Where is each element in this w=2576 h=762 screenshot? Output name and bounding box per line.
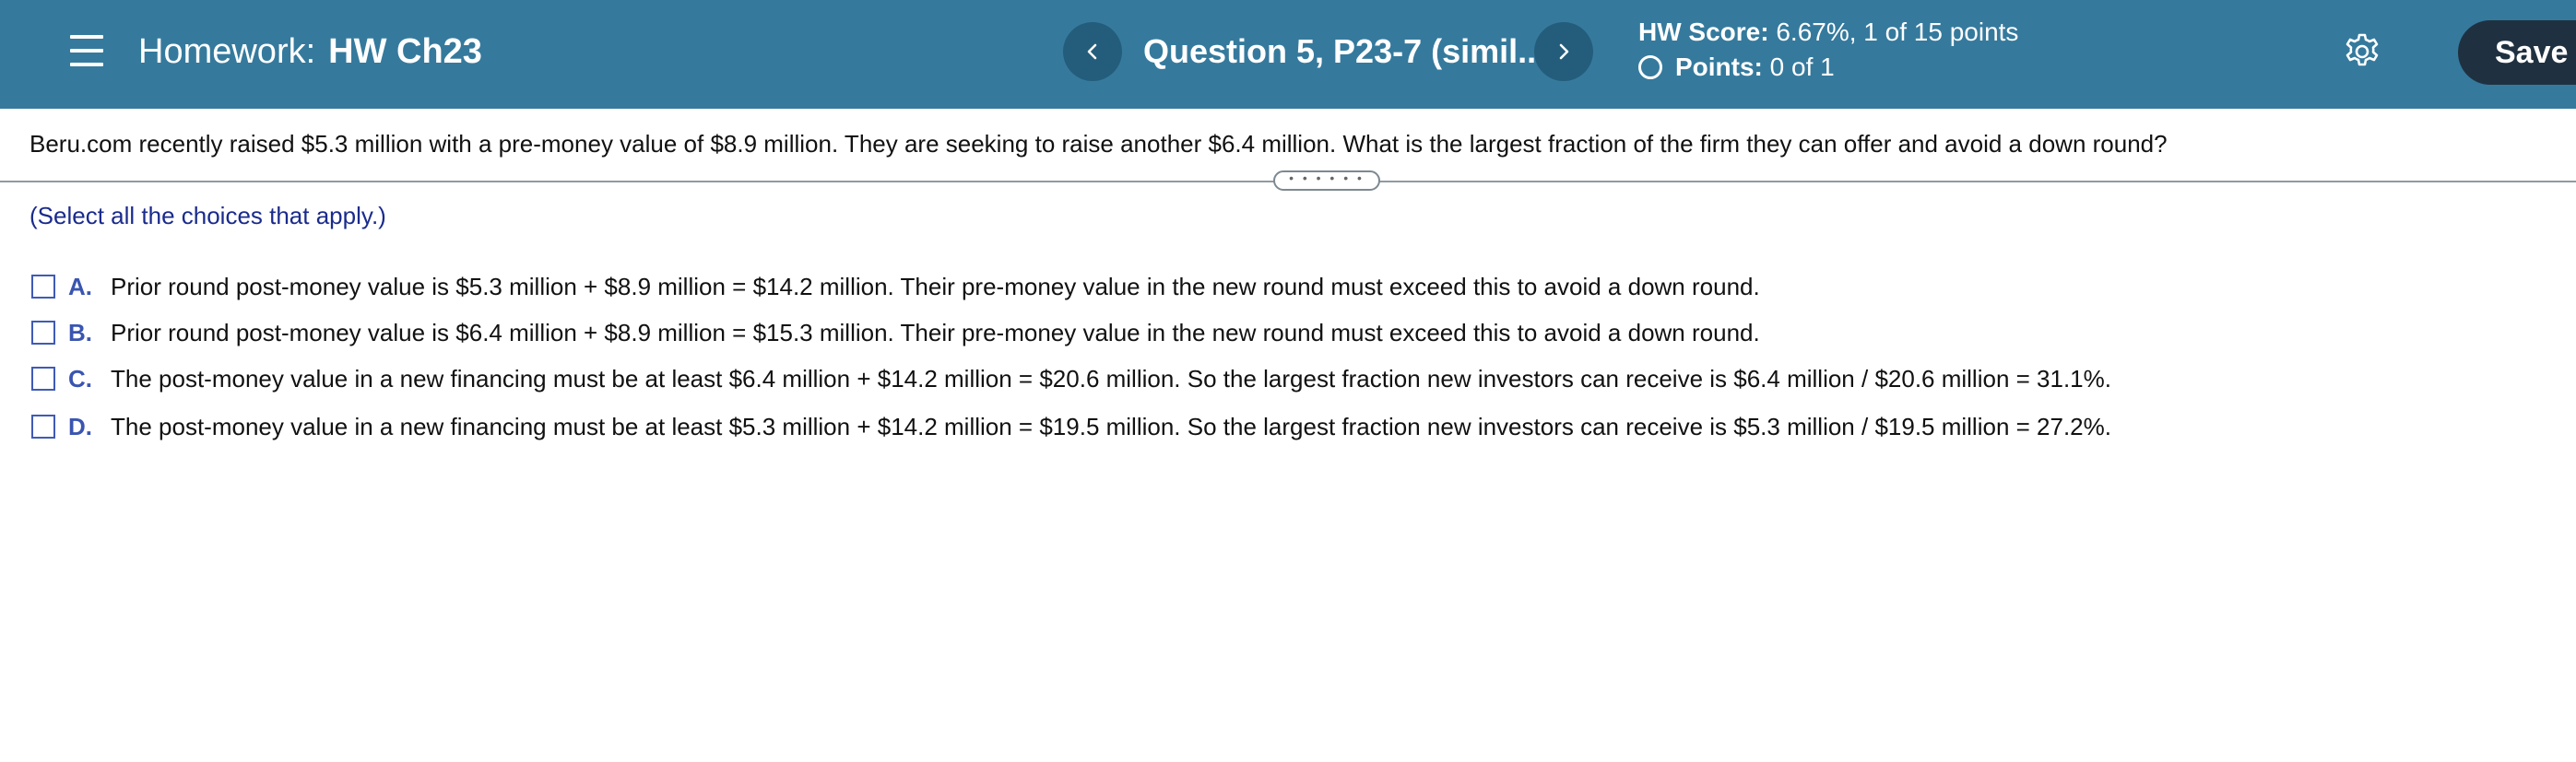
save-button[interactable]: Save [2458, 20, 2576, 85]
points-line: Points: 0 of 1 [1638, 50, 2018, 85]
choice-letter: B. [68, 318, 92, 346]
gear-icon[interactable] [2342, 31, 2382, 72]
points-label: Points: [1675, 53, 1763, 81]
drag-dots-icon: • • • • • • [1289, 170, 1365, 185]
choice-text: Prior round post-money value is $6.4 mil… [111, 318, 1760, 346]
choice-text: The post-money value in a new financing … [111, 364, 2111, 393]
empty-circle-icon [1638, 55, 1662, 79]
score-summary: HW Score: 6.67%, 1 of 15 points Points: … [1638, 15, 2018, 85]
hw-score-value: 6.67%, 1 of 15 points [1776, 18, 2019, 46]
hw-score-label: HW Score: [1638, 18, 1769, 46]
choice-c[interactable]: C. The post-money value in a new financi… [31, 360, 2111, 397]
instruction-text: (Select all the choices that apply.) [30, 202, 386, 229]
homework-name: HW Ch23 [328, 32, 482, 71]
chevron-left-icon [1087, 43, 1097, 60]
choice-b[interactable]: B. Prior round post-money value is $6.4 … [31, 314, 1760, 351]
checkbox-b[interactable] [31, 321, 55, 345]
checkbox-d[interactable] [31, 415, 55, 439]
choice-text: The post-money value in a new financing … [111, 412, 2111, 440]
choice-letter: C. [68, 364, 92, 393]
homework-title: Homework: HW Ch23 [138, 28, 482, 76]
checkbox-c[interactable] [31, 367, 55, 391]
hw-score-line: HW Score: 6.67%, 1 of 15 points [1638, 15, 2018, 50]
choice-text: Prior round post-money value is $5.3 mil… [111, 272, 1760, 300]
homework-label: Homework: [138, 32, 316, 71]
points-value: 0 of 1 [1769, 53, 1835, 81]
previous-question-button[interactable] [1063, 22, 1122, 81]
checkbox-a[interactable] [31, 275, 55, 299]
question-title[interactable]: Question 5, P23-7 (simil... [1143, 28, 1545, 76]
choice-a[interactable]: A. Prior round post-money value is $5.3 … [31, 268, 1760, 305]
choice-d[interactable]: D. The post-money value in a new financi… [31, 408, 2111, 445]
top-bar: Homework: HW Ch23 Question 5, P23-7 (simi… [0, 0, 2576, 109]
chevron-right-icon [1559, 43, 1569, 60]
choice-letter: D. [68, 412, 92, 440]
hamburger-menu-icon[interactable] [70, 35, 103, 66]
choice-letter: A. [68, 272, 92, 300]
pane-resize-handle[interactable]: • • • • • • [1273, 170, 1380, 191]
question-text: Beru.com recently raised $5.3 million wi… [30, 130, 2168, 158]
next-question-button[interactable] [1534, 22, 1593, 81]
